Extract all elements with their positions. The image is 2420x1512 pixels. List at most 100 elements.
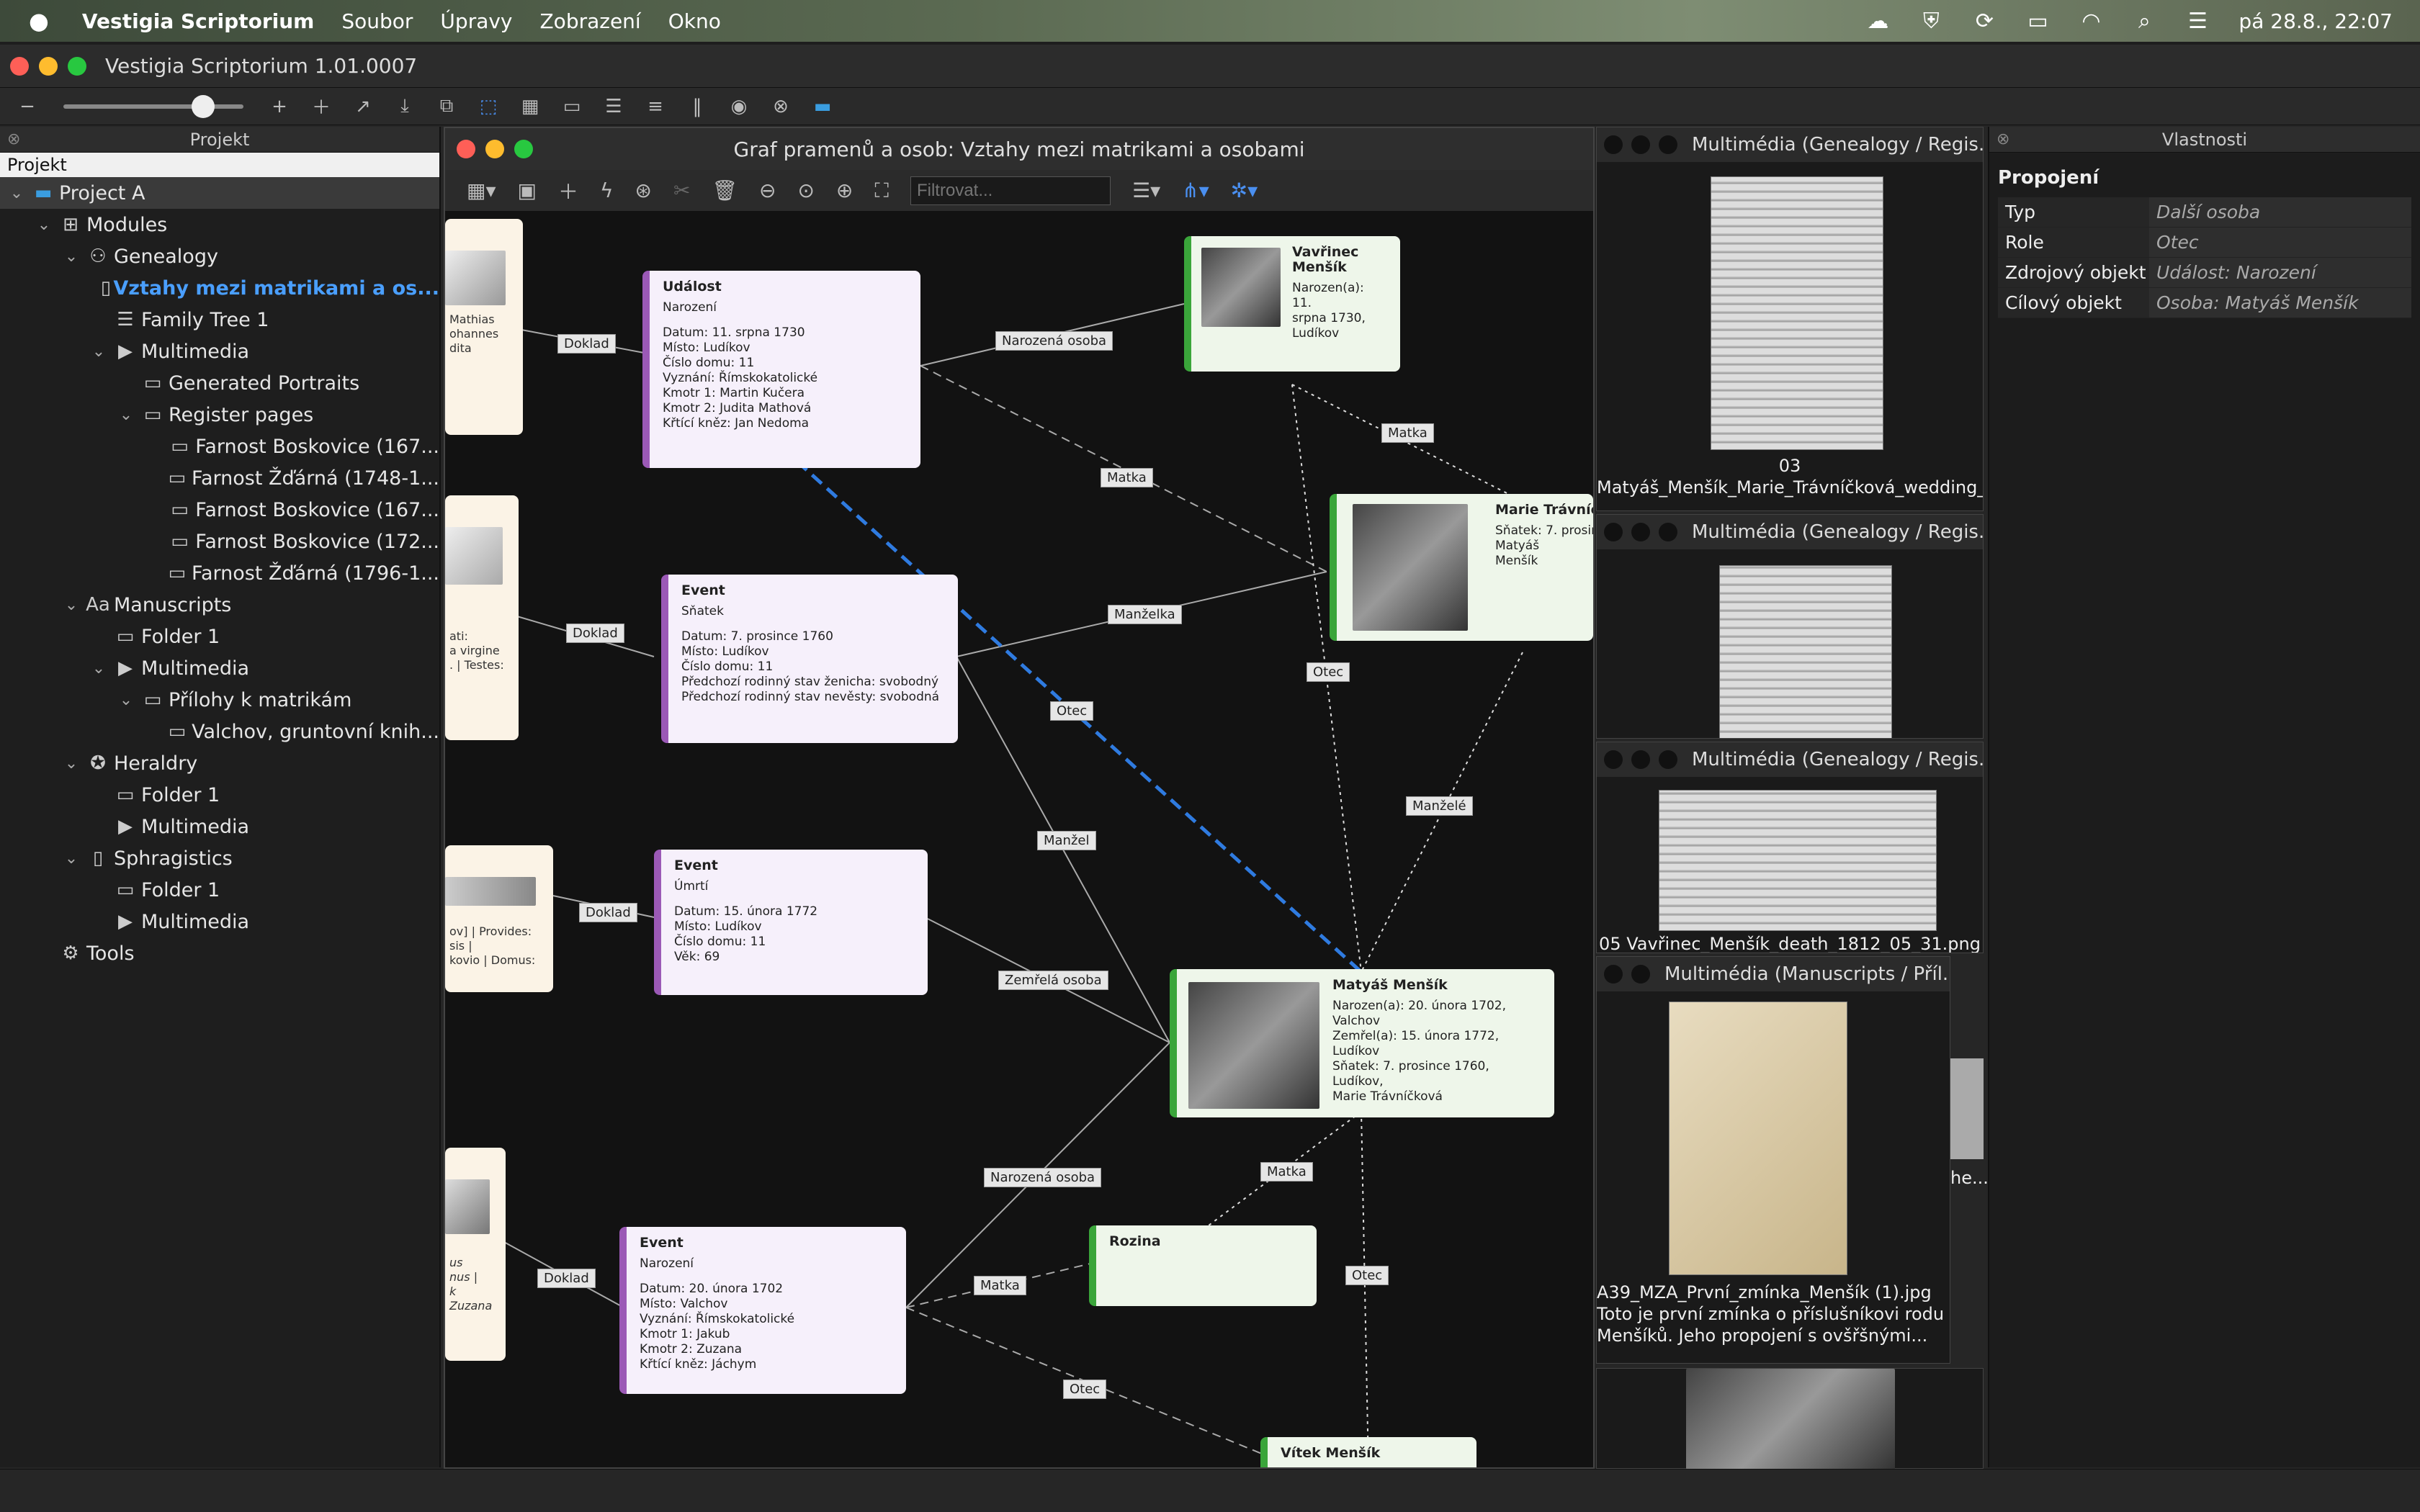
tree-item[interactable]: ⌄ ▭ Register pages <box>0 399 439 431</box>
chevron-down-icon[interactable]: ⌄ <box>115 691 137 709</box>
zoom-reset-icon[interactable]: ⊙ <box>797 179 814 202</box>
zoom-slider-knob[interactable] <box>192 94 215 118</box>
tree-item[interactable]: ⌄ ▶ Multimedia <box>0 652 439 684</box>
edge-label[interactable]: Otec <box>1063 1380 1107 1399</box>
zoom-in-icon[interactable]: + <box>266 96 292 117</box>
property-row[interactable]: Typ Další osoba <box>1998 197 2411 228</box>
bolt-icon[interactable]: ϟ <box>600 179 613 202</box>
edge-label[interactable]: Matka <box>974 1276 1026 1295</box>
tree-item[interactable]: ⚙ Tools <box>0 937 439 969</box>
event-node[interactable]: Event Úmrtí Datum: 15. února 1772 Místo:… <box>654 850 928 995</box>
image-icon[interactable]: ▣ <box>518 179 537 202</box>
scissors-icon[interactable]: ✂ <box>673 179 690 202</box>
zoom-button[interactable] <box>68 56 86 76</box>
multimedia-panel-1[interactable]: Multimédia (Genealogy / Regis... 03 Maty… <box>1596 127 1984 511</box>
register-thumbnail[interactable] <box>1711 176 1883 450</box>
tree-item[interactable]: ▭ Farnost Žďárná (1748-1... <box>0 462 439 494</box>
chevron-down-icon[interactable]: ⌄ <box>60 596 82 614</box>
tree-item[interactable]: ⌄ Aa Manuscripts <box>0 589 439 621</box>
cloud-icon[interactable]: ☁ <box>1865 9 1890 34</box>
property-value[interactable]: Událost: Narození <box>2149 258 2411 287</box>
multimedia-panel-4[interactable]: Multimédia (Manuscripts / Příl... A39_MZ… <box>1596 956 1950 1364</box>
edge-label[interactable]: Doklad <box>566 624 624 643</box>
register-thumbnail[interactable] <box>1719 565 1892 738</box>
edge-label[interactable]: Manželé <box>1406 796 1473 816</box>
columns-view-icon[interactable]: ‖ <box>684 96 710 117</box>
graph-canvas[interactable]: Mathias ohannes dita ati: a virgine . | … <box>445 212 1593 1467</box>
edge-label[interactable]: Manžel <box>1037 831 1096 850</box>
tree-item[interactable]: ⌄ ▭ Přílohy k matrikám <box>0 684 439 716</box>
add-node-icon[interactable]: ＋ <box>558 176 578 205</box>
battery-icon[interactable]: ▭ <box>2025 9 2050 34</box>
rows-view-icon[interactable]: ≡ <box>642 96 668 117</box>
edge-label[interactable]: Doklad <box>557 334 616 354</box>
chevron-down-icon[interactable]: ⌄ <box>115 406 137 424</box>
source-card-2[interactable]: ati: a virgine . | Testes: <box>445 495 519 740</box>
tree-item[interactable]: ⌄ ▬ Project A <box>0 177 439 209</box>
tree-item[interactable]: ⌄ ▯ Sphragistics <box>0 842 439 874</box>
link-icon[interactable]: ⊛ <box>635 179 651 202</box>
control-center-icon[interactable]: ☰ <box>2185 9 2210 34</box>
person-node[interactable]: Marie Trávníčková Sňatek: 7. prosince Ma… <box>1330 494 1593 641</box>
manuscript-thumbnail[interactable] <box>1669 1002 1847 1275</box>
wifi-icon[interactable]: ◠ <box>2079 9 2103 34</box>
chevron-down-icon[interactable]: ⌄ <box>60 850 82 868</box>
import-icon[interactable]: ⤓ <box>392 95 418 117</box>
edge-label[interactable]: Otec <box>1307 662 1350 682</box>
layout-icon[interactable]: ▦▾ <box>467 179 496 202</box>
person-node[interactable]: Rozina <box>1089 1225 1317 1306</box>
fit-icon[interactable]: ⛶ <box>874 179 889 203</box>
folder-toolbar-icon[interactable]: ▬ <box>810 96 835 117</box>
tree-item[interactable]: ▭ Farnost Boskovice (167... <box>0 431 439 462</box>
chevron-down-icon[interactable]: ⌄ <box>88 343 109 361</box>
tree-item[interactable]: ▶ Multimedia <box>0 906 439 937</box>
minimize-button[interactable] <box>39 56 58 76</box>
close-button[interactable] <box>10 56 29 76</box>
edge-label[interactable]: Matka <box>1101 468 1153 487</box>
spotlight-icon[interactable]: ⌕ <box>2132 9 2156 34</box>
person-node[interactable]: Vavřinec Menšík Narozen(a): 11. srpna 17… <box>1184 236 1400 372</box>
chevron-down-icon[interactable]: ⌄ <box>60 248 82 266</box>
tree-item[interactable]: ⌄ ▶ Multimedia <box>0 336 439 367</box>
menu-soubor[interactable]: Soubor <box>341 9 413 33</box>
apple-icon[interactable]: ● <box>29 7 49 35</box>
menu-upravy[interactable]: Úpravy <box>440 9 512 33</box>
edge-label[interactable]: Doklad <box>537 1269 596 1288</box>
source-card-4[interactable]: us nus | k Zuzana <box>445 1148 506 1361</box>
property-value[interactable]: Otec <box>2149 228 2411 257</box>
tree-item[interactable]: ▶ Multimedia <box>0 811 439 842</box>
tree-item[interactable]: ▭ Generated Portraits <box>0 367 439 399</box>
panel-close-icon[interactable]: ⊗ <box>1996 127 2009 153</box>
trash-icon[interactable]: 🗑 <box>712 179 738 202</box>
select-icon[interactable]: ⬚ <box>475 96 501 117</box>
portrait-thumbnail[interactable] <box>1686 1369 1895 1470</box>
person-node[interactable]: Matyáš Menšík Narozen(a): 20. února 1702… <box>1170 969 1554 1117</box>
chevron-down-icon[interactable]: ⌄ <box>60 755 82 773</box>
register-thumbnail[interactable] <box>1659 790 1937 931</box>
tree-item[interactable]: ⌄ ⊞ Modules <box>0 209 439 240</box>
chevron-down-icon[interactable]: ⌄ <box>6 184 27 202</box>
sync-icon[interactable]: ⟳ <box>1972 9 1996 34</box>
view-mode-icon[interactable]: ☰▾ <box>1132 179 1160 202</box>
graph-layout-icon[interactable]: ⋔▾ <box>1182 179 1209 202</box>
export-icon[interactable]: ⧉ <box>434 95 460 117</box>
menu-zobrazeni[interactable]: Zobrazení <box>540 9 641 33</box>
zoom-slider[interactable] <box>63 94 243 118</box>
settings-icon[interactable]: ✲▾ <box>1231 179 1258 202</box>
panel-close-icon[interactable]: ⊗ <box>7 127 20 153</box>
source-card-3[interactable]: ov] | Provides: sis | kovio | Domus: <box>445 845 553 992</box>
tree-item[interactable]: ▭ Farnost Boskovice (167... <box>0 494 439 526</box>
property-value[interactable]: Další osoba <box>2149 197 2411 227</box>
tree-item[interactable]: ▭ Farnost Žďárná (1796-1... <box>0 557 439 589</box>
grid-view-icon[interactable]: ▦ <box>517 96 543 117</box>
chevron-down-icon[interactable]: ⌄ <box>88 660 109 678</box>
property-value[interactable]: Osoba: Matyáš Menšík <box>2149 288 2411 318</box>
tree-item[interactable]: ⌄ ⚇ Genealogy <box>0 240 439 272</box>
clock[interactable]: pá 28.8., 22:07 <box>2238 9 2393 33</box>
menu-app[interactable]: Vestigia Scriptorium <box>82 9 314 33</box>
edge-label[interactable]: Matka <box>1381 423 1434 443</box>
zoom-out-graph-icon[interactable]: ⊖ <box>759 179 776 202</box>
property-row[interactable]: Zdrojový objekt Událost: Narození <box>1998 258 2411 288</box>
menu-okno[interactable]: Okno <box>668 9 721 33</box>
chevron-down-icon[interactable]: ⌄ <box>33 216 55 234</box>
